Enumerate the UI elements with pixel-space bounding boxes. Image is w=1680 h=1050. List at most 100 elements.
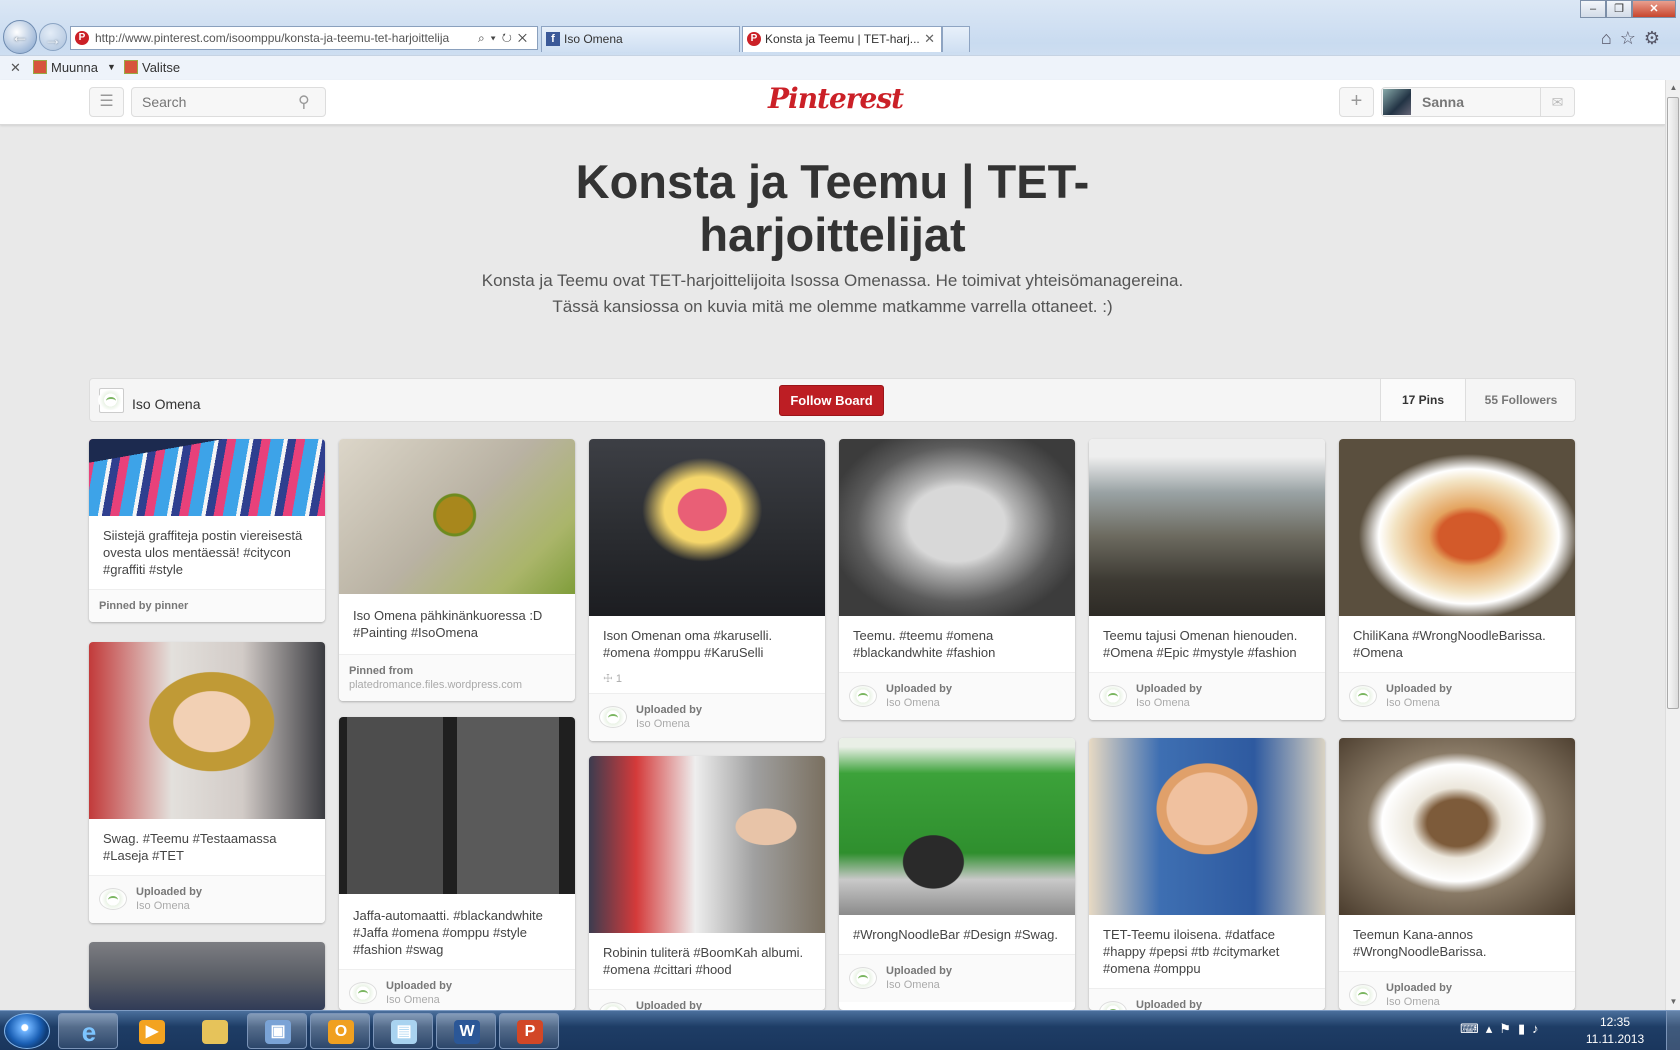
pin-description: #WrongNoodleBar #Design #Swag. <box>853 927 1058 942</box>
pin-card[interactable] <box>89 942 325 1010</box>
plus-icon: + <box>1350 90 1363 112</box>
pins-count-tab[interactable]: 17 Pins <box>1380 379 1465 421</box>
dropdown-icon[interactable]: ▾ <box>491 31 502 45</box>
pin-description: Siistejä graffiteja postin viereisestä o… <box>103 528 303 577</box>
pin-footer: Uploaded by Iso Omena <box>1339 971 1575 1010</box>
iso-omena-logo-icon <box>1349 984 1377 1006</box>
taskbar-media-player[interactable]: ▶ <box>121 1013 181 1049</box>
owner-name[interactable]: Iso Omena <box>132 379 200 429</box>
pin-card[interactable]: Robinin tuliterä #BoomKah albumi. #omena… <box>589 756 825 1010</box>
back-button[interactable]: ← <box>3 20 37 54</box>
show-desktop-button[interactable] <box>1666 1011 1680 1050</box>
pin-card[interactable]: Siistejä graffiteja postin viereisestä o… <box>89 439 325 622</box>
pin-image[interactable] <box>1089 439 1325 616</box>
settings-gear-icon[interactable]: ⚙ <box>1644 28 1668 48</box>
pin-card[interactable]: Teemu. #teemu #omena #blackandwhite #fas… <box>839 439 1075 720</box>
menu-button[interactable]: ☰ <box>89 87 124 117</box>
start-button[interactable] <box>4 1013 50 1049</box>
vertical-scrollbar[interactable]: ▲ ▼ <box>1665 80 1680 1010</box>
chevron-down-icon[interactable]: ▼ <box>107 56 116 79</box>
pin-card[interactable]: Ison Omenan oma #karuselli. #omena #ompp… <box>589 439 825 741</box>
board-title: Konsta ja Teemu | TET-harjoittelijat <box>575 155 1090 261</box>
refresh-icon[interactable]: ↻ <box>502 31 518 45</box>
close-toolbar-icon[interactable]: ✕ <box>10 56 21 79</box>
pin-image[interactable] <box>839 439 1075 616</box>
tray-icons: ⌨▴⚑▮♪ <box>1460 1021 1546 1037</box>
taskbar-word[interactable]: W <box>436 1013 496 1049</box>
taskbar-outlook[interactable]: O <box>310 1013 370 1049</box>
followers-count-tab[interactable]: 55 Followers <box>1465 379 1576 421</box>
pinterest-logo[interactable]: Pinterest <box>768 82 904 115</box>
clock-time[interactable]: 12:35 <box>1580 1015 1650 1029</box>
pin-card[interactable]: Jaffa-automaatti. #blackandwhite #Jaffa … <box>339 717 575 1010</box>
tab-label: Konsta ja Teemu | TET-harj... <box>765 32 920 46</box>
stop-icon[interactable]: ✕ <box>518 31 533 45</box>
search-icon[interactable]: ⚲ <box>298 92 316 111</box>
address-bar[interactable]: P http://www.pinterest.com/isoomppu/kons… <box>70 26 538 50</box>
tab-konsta-ja-teemu[interactable]: P Konsta ja Teemu | TET-harj... ✕ <box>742 26 942 52</box>
pin-card[interactable]: Swag. #Teemu #Testaamassa #Laseja #TET U… <box>89 642 325 923</box>
new-tab-button[interactable] <box>942 26 970 52</box>
favorites-star-icon[interactable]: ☆ <box>1620 28 1644 48</box>
show-hidden-icons-icon[interactable]: ▴ <box>1486 1021 1500 1036</box>
home-icon[interactable]: ⌂ <box>1601 28 1620 48</box>
pin-image[interactable] <box>89 942 325 1010</box>
taskbar-network-app[interactable]: ▣ <box>247 1013 307 1049</box>
valitse-button[interactable]: Valitse <box>124 56 180 79</box>
search-input[interactable] <box>131 87 326 117</box>
pin-footer: Uploaded by Iso Omena <box>839 954 1075 1002</box>
taskbar-internet-explorer[interactable]: e <box>58 1013 118 1049</box>
pin-image[interactable] <box>339 439 575 594</box>
address-tools[interactable]: ⌕▾↻✕ <box>478 27 533 49</box>
keyboard-icon[interactable]: ⌨ <box>1460 1021 1486 1036</box>
pin-image[interactable] <box>1339 738 1575 915</box>
volume-icon[interactable]: ♪ <box>1532 1021 1546 1036</box>
taskbar-explorer[interactable] <box>184 1013 244 1049</box>
search-icon[interactable]: ⌕ <box>478 31 491 45</box>
muunna-button[interactable]: Muunna <box>33 56 98 79</box>
pin-card[interactable]: Iso Omena pähkinänkuoressa :D #Painting … <box>339 439 575 701</box>
follow-board-button[interactable]: Follow Board <box>779 385 884 416</box>
close-window-button[interactable]: ✕ <box>1632 0 1676 18</box>
pin-image[interactable] <box>339 717 575 894</box>
folder-icon <box>202 1020 228 1044</box>
notifications-icon[interactable]: ✉ <box>1540 88 1574 116</box>
notes-icon: ▤ <box>391 1020 417 1044</box>
pin-image[interactable] <box>89 642 325 819</box>
pin-image[interactable] <box>589 756 825 933</box>
clock-date[interactable]: 11.11.2013 <box>1580 1032 1650 1046</box>
scrollbar-thumb[interactable] <box>1667 97 1679 709</box>
forward-button[interactable]: → <box>39 23 67 51</box>
pin-image[interactable] <box>1089 738 1325 915</box>
owner-avatar[interactable] <box>98 388 124 413</box>
iso-omena-logo-icon <box>99 888 127 910</box>
pin-description: ChiliKana #WrongNoodleBarissa. #Omena <box>1353 628 1546 660</box>
pin-card[interactable]: TET-Teemu iloisena. #datface #happy #pep… <box>1089 738 1325 1010</box>
pin-image[interactable] <box>589 439 825 616</box>
outlook-icon: O <box>328 1020 354 1044</box>
network-icon[interactable]: ▮ <box>1518 1021 1532 1036</box>
pin-card[interactable]: Teemu tajusi Omenan hienouden. #Omena #E… <box>1089 439 1325 720</box>
system-tray: ⌨▴⚑▮♪ 12:35 11.11.2013 <box>1460 1011 1680 1050</box>
taskbar-powerpoint[interactable]: P <box>499 1013 559 1049</box>
pin-card[interactable]: #WrongNoodleBar #Design #Swag. Uploaded … <box>839 738 1075 1010</box>
pin-image[interactable] <box>839 738 1075 915</box>
avatar <box>1383 89 1411 115</box>
pin-card[interactable]: Teemun Kana-annos #WrongNoodleBarissa. U… <box>1339 738 1575 1010</box>
pin-description: Ison Omenan oma #karuselli. #omena #ompp… <box>603 628 773 660</box>
pin-image[interactable] <box>1339 439 1575 616</box>
scroll-down-icon[interactable]: ▼ <box>1666 994 1680 1010</box>
scroll-up-icon[interactable]: ▲ <box>1666 80 1680 96</box>
pin-image[interactable] <box>89 439 325 516</box>
tab-close-icon[interactable]: ✕ <box>924 27 935 51</box>
powerpoint-icon: P <box>517 1020 543 1044</box>
minimize-button[interactable]: – <box>1580 0 1606 18</box>
tab-iso-omena[interactable]: f Iso Omena <box>541 26 740 52</box>
taskbar-notes[interactable]: ▤ <box>373 1013 433 1049</box>
iso-omena-logo-icon <box>1099 1001 1127 1010</box>
add-pin-button[interactable]: + <box>1339 87 1374 117</box>
pin-card[interactable]: ChiliKana #WrongNoodleBarissa. #Omena Up… <box>1339 439 1575 720</box>
user-menu-button[interactable]: Sanna ✉ <box>1381 87 1575 117</box>
action-center-icon[interactable]: ⚑ <box>1499 1021 1518 1036</box>
restore-button[interactable]: ❐ <box>1606 0 1632 18</box>
